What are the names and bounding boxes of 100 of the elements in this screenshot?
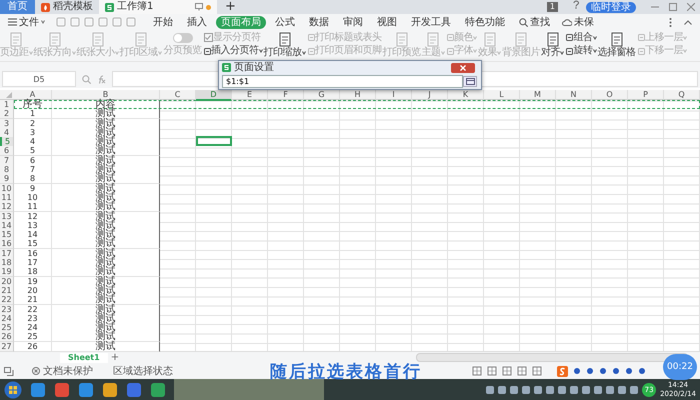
sheet-icon <box>105 2 114 12</box>
check-icon <box>205 35 211 40</box>
document-icon <box>134 32 148 47</box>
ribbon-button[interactable]: 选择窗格 <box>598 31 636 58</box>
ribbon-button[interactable]: 打印缩放 <box>264 31 306 58</box>
table-cell: 测试 <box>52 286 160 296</box>
ribbon-button[interactable]: 组合 <box>565 32 598 44</box>
row-header[interactable]: 21 <box>0 286 14 296</box>
close-icon[interactable] <box>687 3 695 11</box>
row-header[interactable]: 16 <box>0 239 14 250</box>
row-header[interactable]: 8 <box>0 165 14 176</box>
row-header[interactable]: 22 <box>0 295 14 306</box>
cloud-icon <box>562 18 572 26</box>
row-header[interactable]: 9 <box>0 174 14 184</box>
row-header[interactable]: 2 <box>0 109 14 120</box>
frame-icon <box>308 34 314 42</box>
ribbon-tab[interactable]: 插入 <box>182 16 212 28</box>
file-menu[interactable]: 文件 <box>3 16 50 28</box>
ribbon-button[interactable]: 插入分页符 <box>202 45 264 58</box>
column-header[interactable]: N <box>556 90 592 101</box>
ribbon-tab[interactable]: 开发工具 <box>406 16 456 28</box>
row-header[interactable]: 4 <box>0 128 14 138</box>
ribbon-tab[interactable]: 公式 <box>270 16 300 28</box>
column-header[interactable]: L <box>484 90 520 101</box>
row-header[interactable]: 27 <box>0 342 14 352</box>
row-header[interactable]: 10 <box>0 184 14 194</box>
window-icon <box>466 78 474 85</box>
close-icon <box>460 64 466 70</box>
horizontal-scrollbar[interactable] <box>416 353 688 362</box>
login-button[interactable]: 临时登录 <box>586 2 636 12</box>
more-icon[interactable] <box>669 18 672 26</box>
row-header[interactable]: 7 <box>0 156 14 166</box>
ribbon-tab[interactable]: 特色功能 <box>460 16 510 28</box>
table-cell: 23 <box>14 314 52 324</box>
flame-icon <box>41 2 50 12</box>
row-header[interactable]: 26 <box>0 332 14 342</box>
column-header[interactable]: O <box>592 90 628 101</box>
row-header[interactable]: 13 <box>0 212 14 222</box>
document-icon <box>278 32 292 47</box>
row-header[interactable]: 15 <box>0 230 14 240</box>
start-icon[interactable] <box>4 381 22 399</box>
search-button[interactable]: 查找 <box>514 16 555 28</box>
collapse-icon[interactable] <box>684 20 692 24</box>
table-cell: 20 <box>14 286 52 296</box>
name-box[interactable]: D5 <box>2 71 76 87</box>
row-header[interactable]: 5 <box>0 137 14 148</box>
row-header[interactable]: 3 <box>0 118 14 129</box>
ribbon-tab[interactable]: 数据 <box>304 16 334 28</box>
row-header[interactable]: 17 <box>0 248 14 259</box>
new-tab-button[interactable]: + <box>217 0 244 14</box>
sheet-icon <box>222 63 231 72</box>
table-cell: 测试 <box>52 220 160 231</box>
maximize-icon[interactable] <box>669 3 677 11</box>
ribbon-tab[interactable]: 开始 <box>148 16 178 28</box>
column-header[interactable]: D <box>196 90 232 101</box>
document-icon <box>90 32 104 47</box>
range-field[interactable]: $1:$1 <box>222 75 463 88</box>
browser-tab[interactable]: 首页 <box>0 0 35 14</box>
frame-icon <box>308 48 314 55</box>
row-header[interactable]: 11 <box>0 192 14 203</box>
table-cell: 测试 <box>52 276 160 287</box>
row-header[interactable]: 24 <box>0 314 14 324</box>
table-cell: 3 <box>14 128 52 138</box>
row-header[interactable]: 12 <box>0 202 14 212</box>
table-cell: 18 <box>14 267 52 278</box>
column-header[interactable]: P <box>628 90 664 101</box>
expand-button[interactable] <box>463 76 477 87</box>
table-cell: 25 <box>14 332 52 342</box>
ribbon-tab[interactable]: 审阅 <box>338 16 368 28</box>
table-cell: 2 <box>14 118 52 129</box>
row-header[interactable]: 23 <box>0 304 14 315</box>
row-header[interactable]: 1 <box>0 100 14 110</box>
ribbon-button[interactable]: 旋转 <box>565 45 598 58</box>
table-cell: 11 <box>14 202 52 212</box>
row-header[interactable]: 20 <box>0 276 14 287</box>
function-icon <box>97 74 106 84</box>
table-cell: 12 <box>14 212 52 222</box>
row-header[interactable]: 19 <box>0 267 14 278</box>
column-header[interactable]: M <box>520 90 556 101</box>
table-cell: 15 <box>14 239 52 250</box>
row-header[interactable]: 18 <box>0 258 14 268</box>
add-sheet-button[interactable]: + <box>108 352 122 362</box>
row-header[interactable]: 14 <box>0 220 14 231</box>
table-cell: 5 <box>14 146 52 156</box>
ribbon-button[interactable]: 对齐 <box>541 31 565 58</box>
ribbon-tab[interactable]: 视图 <box>372 16 402 28</box>
page-number: 1 <box>546 2 558 12</box>
grid-view-icon[interactable] <box>487 366 497 376</box>
layout-icon[interactable] <box>4 366 14 376</box>
row-header[interactable]: 25 <box>0 323 14 334</box>
sogou-icon[interactable] <box>557 366 568 376</box>
table-cell: 测试 <box>52 184 160 194</box>
table-cell: 19 <box>14 276 52 287</box>
column-header[interactable]: Q <box>664 90 700 101</box>
row-header[interactable]: 6 <box>0 146 14 156</box>
browser-tab[interactable]: 工作簿1 <box>99 0 217 14</box>
search-icon <box>519 18 528 26</box>
close-button[interactable] <box>451 62 475 72</box>
table-cell: 26 <box>14 342 52 352</box>
save-status[interactable]: 未保 <box>557 16 599 28</box>
